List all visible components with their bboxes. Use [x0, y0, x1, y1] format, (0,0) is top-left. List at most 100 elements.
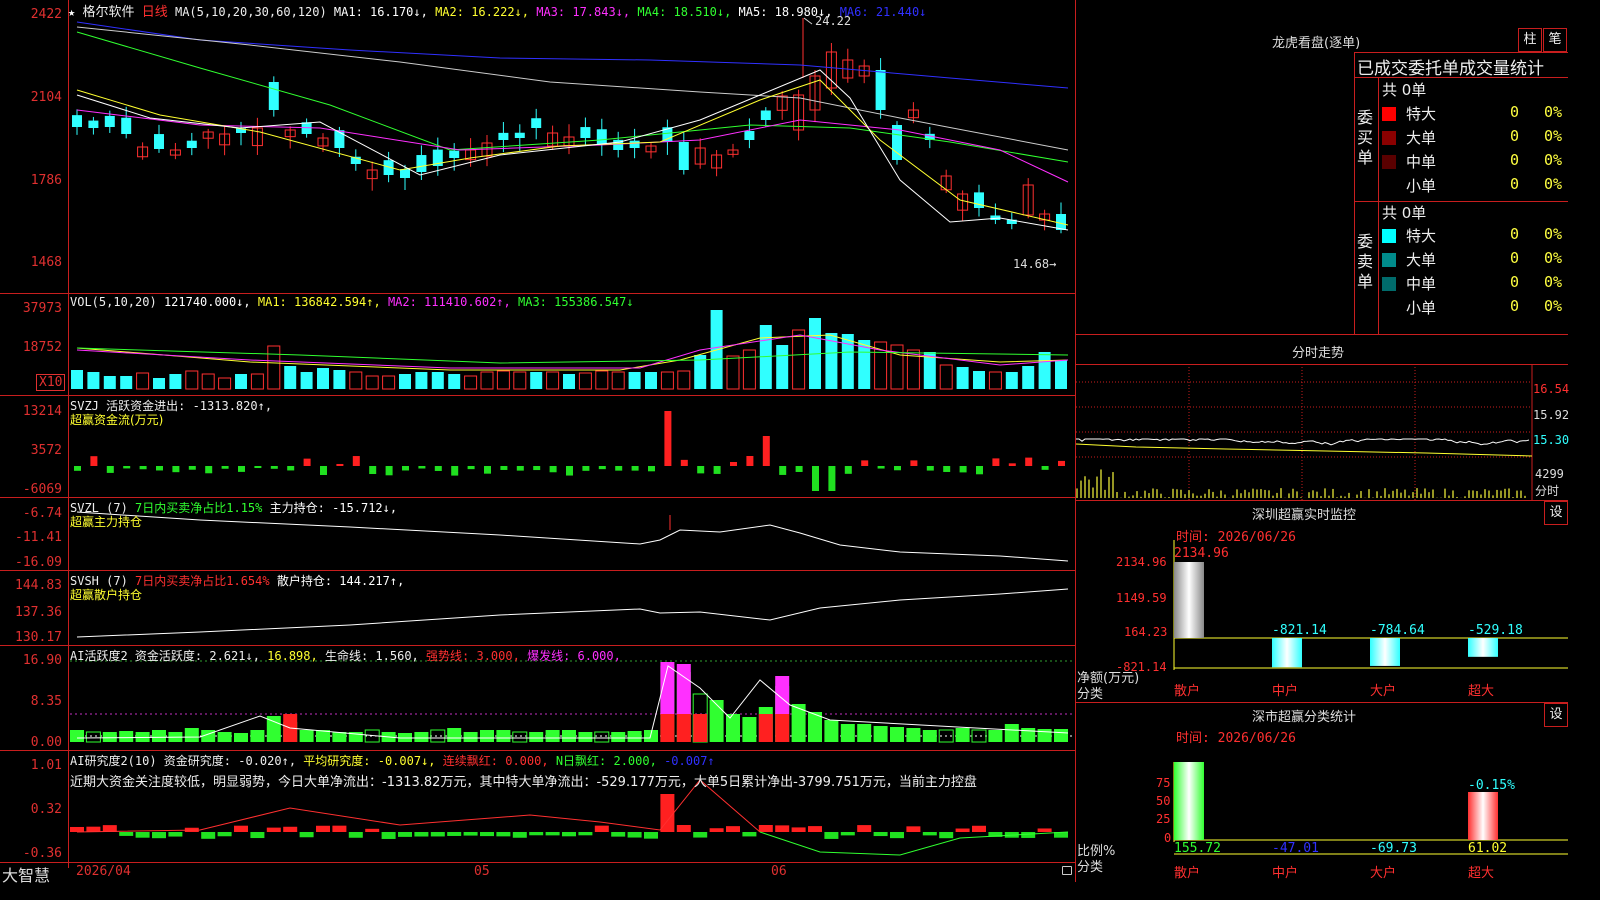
ai-active-head2: 16.898,: [267, 649, 318, 663]
order-count: 0: [1510, 151, 1520, 169]
volume-bar: [333, 370, 346, 389]
intraday-vol-unit: 分时: [1535, 484, 1560, 498]
sz-bar-value: -529.18: [1468, 623, 1523, 638]
order-name: 中单: [1406, 275, 1437, 293]
volume-bar: [660, 371, 674, 390]
fund-flow-bar: [303, 458, 311, 466]
ai-research-head4: N日飘红: 2.000,: [555, 754, 657, 768]
research-bar: [890, 832, 904, 839]
research-bar: [135, 832, 150, 838]
fund-flow-bar: [188, 466, 196, 470]
brand-label: 大智慧: [2, 866, 51, 885]
research-bar: [972, 825, 986, 832]
intraday-chart[interactable]: [1076, 364, 1568, 500]
activity-bar: [250, 730, 265, 742]
fund-flow-bar: [385, 466, 393, 476]
order-count: 0: [1510, 273, 1520, 291]
research-bar: [955, 828, 970, 832]
lock-icon[interactable]: [1062, 866, 1072, 875]
star-icon[interactable]: ★: [68, 5, 75, 19]
activity-bar: [1054, 729, 1068, 742]
fund-flow-bar: [1008, 463, 1016, 466]
fund-flow-bar: [582, 466, 590, 471]
order-count: 0: [1510, 127, 1520, 145]
svzl-head2: 7日内买卖净占比1.15%: [135, 501, 263, 515]
activity-bar: [217, 732, 232, 742]
fund-flow-bar: [90, 456, 98, 466]
research-bar: [70, 826, 84, 832]
activity-bar: [234, 733, 248, 742]
order-count: 0: [1510, 103, 1520, 121]
order-count: 0: [1510, 297, 1520, 315]
activity-line: [76, 665, 1069, 739]
fund-flow-bar: [172, 466, 180, 473]
tab-filled[interactable]: 已成交: [1357, 59, 1408, 79]
activity-bar-high: [660, 714, 675, 742]
volume-bar: [185, 370, 199, 390]
volume-bar: [300, 372, 313, 389]
order-name: 大单: [1406, 251, 1437, 269]
volume-bar: [284, 366, 297, 389]
research-bar: [217, 832, 232, 837]
candle-body: [760, 110, 771, 120]
stock-name[interactable]: 格尔软件: [82, 5, 134, 20]
fund-flow-bar: [336, 463, 344, 466]
vol-ma1: MA1: 136842.594↑,: [257, 295, 381, 309]
candle-body: [498, 132, 509, 140]
dragon-tabs: 已成交委托单成交量统计: [1357, 54, 1544, 79]
fund-flow-bar: [926, 466, 934, 471]
x-axis-label: 05: [474, 864, 490, 879]
tab-volume-stats[interactable]: 成交量统计: [1459, 59, 1544, 79]
research-bar: [152, 832, 166, 839]
tab-orders[interactable]: 委托单: [1408, 59, 1459, 79]
sz-monitor-chart: 2134.96 散户 -821.14 中户 -784.64 大户 -529.18 超大: [1173, 540, 1568, 699]
fund-flow-bar: [352, 456, 360, 466]
research-bar: [316, 825, 330, 832]
stats-value: -69.73: [1370, 841, 1417, 856]
candle-body: [875, 70, 886, 110]
bar-view-button[interactable]: 柱: [1518, 28, 1542, 52]
intraday-vol-label: 4299: [1535, 467, 1564, 481]
sz-value-bar: [1370, 638, 1400, 666]
fund-flow-bar: [320, 466, 327, 475]
sell-total: 共 0单: [1382, 204, 1427, 222]
volume-bar: [415, 372, 428, 389]
stats-value: -47.01: [1272, 841, 1319, 856]
fund-flow-bar: [1041, 466, 1049, 470]
ai-active-head1: AI活跃度2 资金活跃度: 2.621↓,: [70, 649, 260, 663]
vol-value: 121740.000↓,: [163, 295, 251, 309]
research-bar: [201, 832, 216, 839]
ai-research-head2: 平均研究度: -0.007↓,: [303, 754, 436, 768]
dragon-tiger-title: 龙虎看盘(逐单): [1272, 36, 1361, 51]
candle-body: [514, 132, 525, 138]
volume-bar: [956, 367, 969, 389]
fund-flow-bar: [713, 466, 721, 474]
activity-bar: [824, 720, 839, 742]
pen-view-button[interactable]: 笔: [1543, 28, 1567, 52]
order-pct: 0%: [1544, 127, 1563, 145]
ai-research-head1: AI研究度2(10) 资金研究度: -0.020↑,: [70, 754, 297, 768]
volume-bar: [250, 373, 264, 390]
volume-bar: [201, 373, 215, 390]
ai-research-header: AI研究度2(10) 资金研究度: -0.020↑, 平均研究度: -0.007…: [70, 752, 715, 769]
stats-value-bar: [1174, 762, 1204, 840]
main-chart-area[interactable]: 2422 2104 1786 1468 37973 18752 X10 1321…: [0, 0, 1076, 882]
fund-flow-bar: [615, 466, 623, 471]
research-bar: [168, 832, 183, 837]
activity-bar: [299, 730, 314, 742]
period-label[interactable]: 日线: [142, 5, 168, 20]
research-bar: [742, 832, 757, 837]
activity-bar: [906, 728, 921, 742]
sz-value-bar: [1174, 562, 1204, 638]
research-bar: [234, 825, 248, 832]
activity-bar: [512, 731, 528, 743]
research-bar: [562, 832, 576, 837]
volume-bar: [595, 370, 609, 390]
volume-bar: [578, 372, 592, 390]
order-pct: 0%: [1544, 151, 1563, 169]
ai-research-head5: -0.007↑: [664, 754, 715, 768]
vol-ma3: MA3: 155386.547↓: [518, 295, 634, 309]
activity-bar: [430, 729, 446, 743]
ma6-line: [76, 21, 1069, 89]
fund-flow-bar: [566, 466, 573, 476]
